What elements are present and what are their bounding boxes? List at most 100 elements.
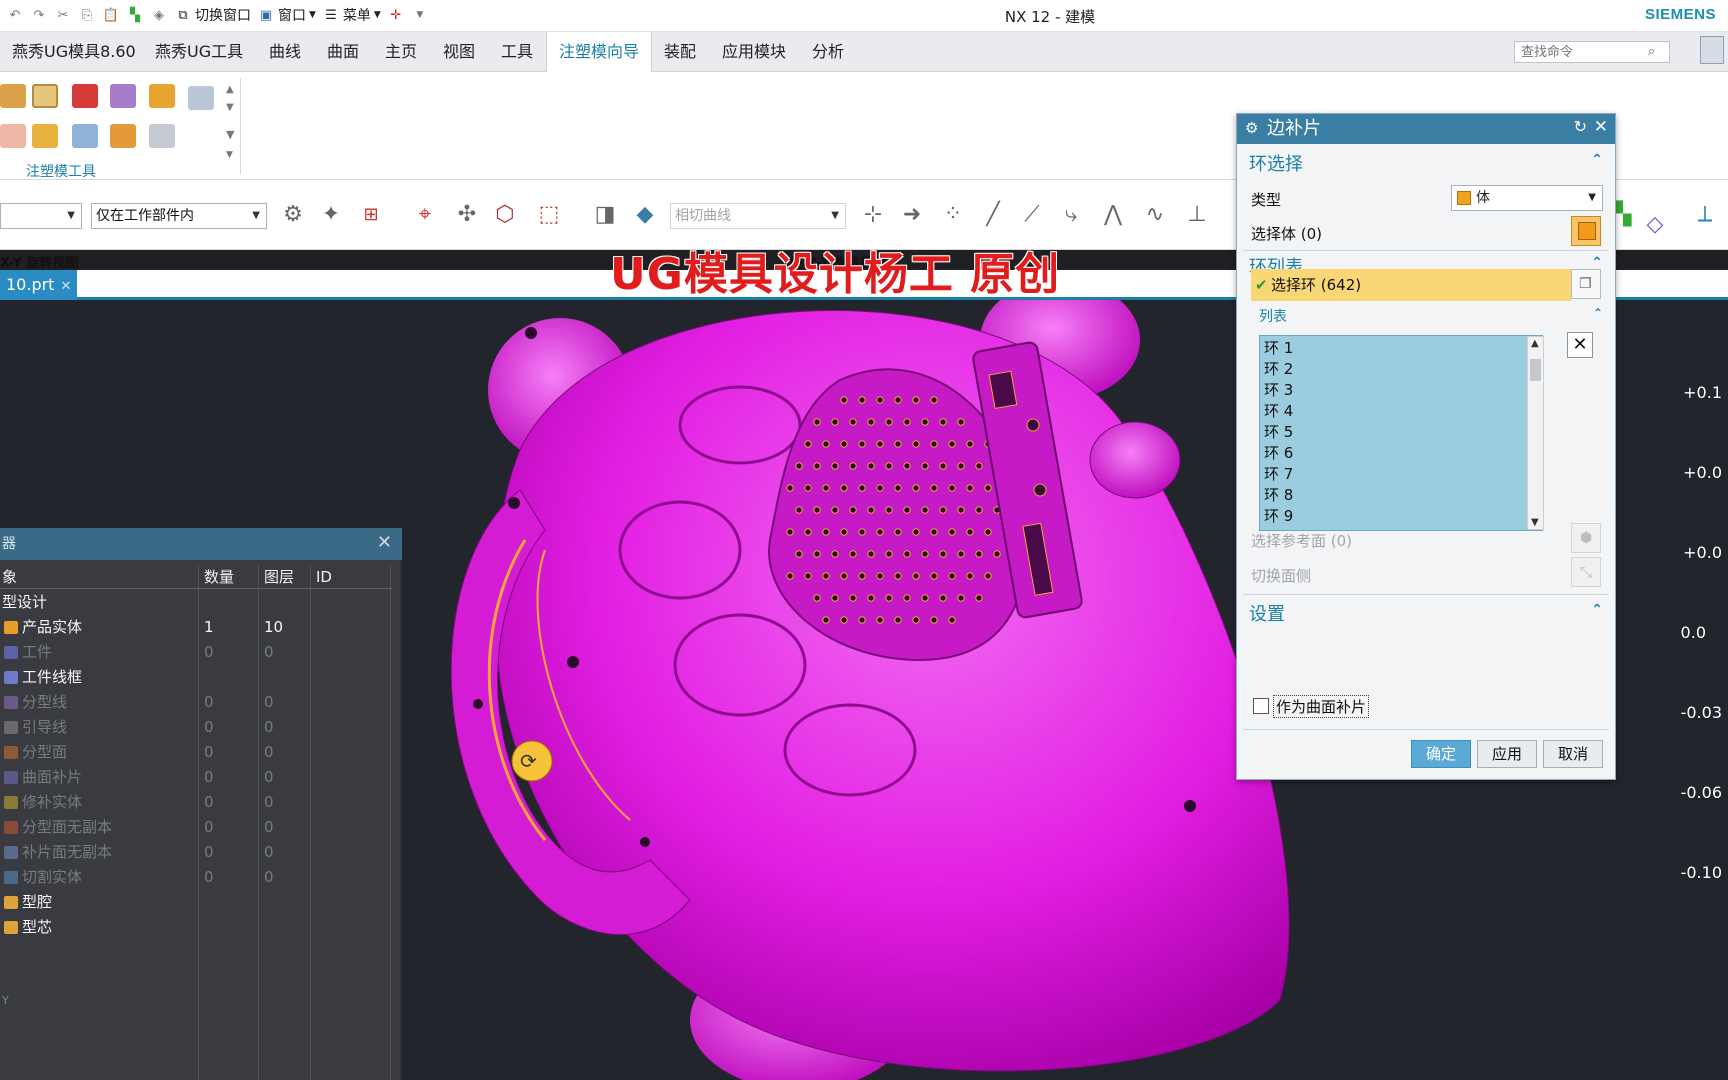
patch-tool-icon[interactable]: [32, 84, 58, 108]
selection-filter-icon[interactable]: ⊞: [356, 200, 386, 230]
endpoint-icon[interactable]: ⟋: [1017, 200, 1047, 230]
list-item[interactable]: 环 4: [1264, 400, 1293, 421]
list-item[interactable]: 产品实体 1 10: [0, 615, 392, 640]
chevron-up-icon[interactable]: ⌃: [1591, 602, 1603, 618]
list-item[interactable]: 环 2: [1264, 358, 1293, 379]
col-quantity[interactable]: 数量: [204, 565, 234, 589]
wireframe-box-icon[interactable]: ⬡: [490, 200, 520, 230]
trim-region-icon[interactable]: [188, 86, 214, 110]
type-filter-dropdown[interactable]: ▼: [0, 203, 82, 229]
spline-icon[interactable]: ∿: [1140, 200, 1170, 230]
surface-patch-icon[interactable]: [110, 84, 136, 108]
list-item[interactable]: 环 5: [1264, 421, 1293, 442]
list-item[interactable]: 环 7: [1264, 463, 1293, 484]
select-reference-face-button[interactable]: ⬢: [1571, 523, 1601, 553]
chevron-up-icon[interactable]: ▲: [1531, 338, 1539, 349]
remove-loop-button[interactable]: ✕: [1567, 332, 1593, 358]
col-name[interactable]: 象: [2, 565, 17, 589]
split-solid-icon[interactable]: [72, 124, 98, 148]
list-item[interactable]: 分型线 0 0: [0, 690, 392, 715]
tab-curve[interactable]: 曲线: [257, 32, 313, 72]
list-item[interactable]: 环 6: [1264, 442, 1293, 463]
reset-icon[interactable]: ↻: [1574, 117, 1587, 136]
section-loop-selection[interactable]: 环选择: [1249, 150, 1303, 176]
show-faces-icon[interactable]: ◆: [630, 200, 660, 230]
close-icon[interactable]: ✕: [60, 279, 71, 294]
select-body-button[interactable]: [1571, 216, 1601, 246]
close-icon[interactable]: ✕: [1594, 117, 1608, 137]
list-item[interactable]: 切割实体 0 0: [0, 865, 392, 890]
list-item[interactable]: 工件 0 0: [0, 640, 392, 665]
list-item[interactable]: 环 8: [1264, 484, 1293, 505]
tab-tools[interactable]: 工具: [489, 32, 545, 72]
sketch-icon[interactable]: ◇: [1640, 210, 1670, 240]
list-item[interactable]: 引导线 0 0: [0, 715, 392, 740]
command-search-input[interactable]: [1514, 41, 1670, 63]
csys-icon[interactable]: ⟂: [1690, 200, 1720, 230]
gallery-expand-icon[interactable]: ▼: [226, 128, 234, 141]
assembly-filter-icon[interactable]: ⚙: [278, 200, 308, 230]
tab-view[interactable]: 视图: [431, 32, 487, 72]
apply-button[interactable]: 应用: [1477, 740, 1537, 768]
select-loop-row[interactable]: ✔ 选择环 (642): [1251, 269, 1571, 301]
ok-button[interactable]: 确定: [1411, 740, 1471, 768]
tab-assembly[interactable]: 装配: [652, 32, 708, 72]
snap-point-icon[interactable]: ⌖: [410, 200, 440, 230]
switch-face-side-button[interactable]: ⤡: [1571, 557, 1601, 587]
type-dropdown[interactable]: 体 ▼: [1451, 185, 1603, 211]
list-item[interactable]: 型芯: [0, 915, 392, 940]
tab-yanxiu-mold[interactable]: 燕秀UG模具8.60: [0, 32, 148, 72]
group-options-icon[interactable]: ▼: [226, 150, 233, 160]
loop-listbox[interactable]: 环 1 环 2 环 3 环 4 环 5 环 6 环 7 环 8 环 9: [1259, 335, 1543, 531]
list-section-label[interactable]: 列表: [1259, 306, 1287, 326]
scroll-up-icon[interactable]: ▲: [226, 84, 234, 95]
tab-analysis[interactable]: 分析: [800, 32, 856, 72]
line-icon[interactable]: ╱: [978, 200, 1008, 230]
curve-stop-icon[interactable]: ⊹: [858, 200, 888, 230]
tab-home[interactable]: 主页: [373, 32, 429, 72]
list-item[interactable]: 型腔: [0, 890, 392, 915]
col-layer[interactable]: 图层: [264, 565, 294, 589]
part-file-tab[interactable]: 10.prt ✕: [0, 270, 78, 300]
loop-list-button[interactable]: ❐: [1571, 269, 1601, 299]
arrow-icon[interactable]: ➜: [897, 200, 927, 230]
point-snap-icon[interactable]: ⁘: [938, 200, 968, 230]
list-item[interactable]: 修补实体 0 0: [0, 790, 392, 815]
cancel-button[interactable]: 取消: [1543, 740, 1603, 768]
tab-surface[interactable]: 曲面: [315, 32, 371, 72]
window-layout-icon[interactable]: [1700, 36, 1724, 64]
list-scrollbar[interactable]: ▲ ▼: [1527, 336, 1544, 530]
select-body-label[interactable]: 选择体 (0): [1251, 223, 1322, 244]
tab-yanxiu-tools[interactable]: 燕秀UG工具: [143, 32, 255, 72]
reference-blend-icon[interactable]: [149, 124, 175, 148]
rectangle-select-icon[interactable]: ⬚: [534, 200, 564, 230]
close-icon[interactable]: ✕: [377, 532, 392, 553]
chevron-down-icon[interactable]: ▼: [1531, 517, 1539, 528]
replace-solid-icon[interactable]: [110, 124, 136, 148]
snap-arc-icon[interactable]: ✣: [452, 200, 482, 230]
col-id[interactable]: ID: [316, 565, 332, 589]
tangent-icon[interactable]: ⤷: [1056, 200, 1086, 230]
selection-scope-dropdown[interactable]: 仅在工作部件内 ▼: [91, 203, 267, 229]
edge-patch-icon[interactable]: [149, 84, 175, 108]
perpendicular-icon[interactable]: ⊥: [1182, 200, 1212, 230]
solid-patch-icon[interactable]: [72, 84, 98, 108]
curve-rule-dropdown[interactable]: 相切曲线 ▼: [670, 203, 846, 229]
tab-mold-wizard[interactable]: 注塑模向导: [546, 32, 653, 73]
extend-icon[interactable]: [0, 124, 26, 148]
list-item[interactable]: 型设计: [0, 590, 392, 615]
polyline-icon[interactable]: ⋀: [1098, 200, 1128, 230]
select-all-icon[interactable]: ✦: [316, 200, 346, 230]
chevron-up-icon[interactable]: ⌃: [1591, 152, 1603, 168]
section-settings[interactable]: 设置: [1249, 600, 1285, 626]
list-item[interactable]: 曲面补片 0 0: [0, 765, 392, 790]
list-item[interactable]: 补片面无副本 0 0: [0, 840, 392, 865]
chevron-up-icon[interactable]: ⌃: [1593, 306, 1603, 320]
list-item[interactable]: 工件线框: [0, 665, 392, 690]
mold-tool-icon[interactable]: [0, 84, 26, 108]
list-item[interactable]: 分型面 0 0: [0, 740, 392, 765]
list-item[interactable]: 环 3: [1264, 379, 1293, 400]
search-icon[interactable]: ⌕: [1648, 44, 1664, 60]
surface-patch-checkbox[interactable]: [1253, 698, 1269, 714]
list-item[interactable]: 环 1: [1264, 337, 1293, 358]
